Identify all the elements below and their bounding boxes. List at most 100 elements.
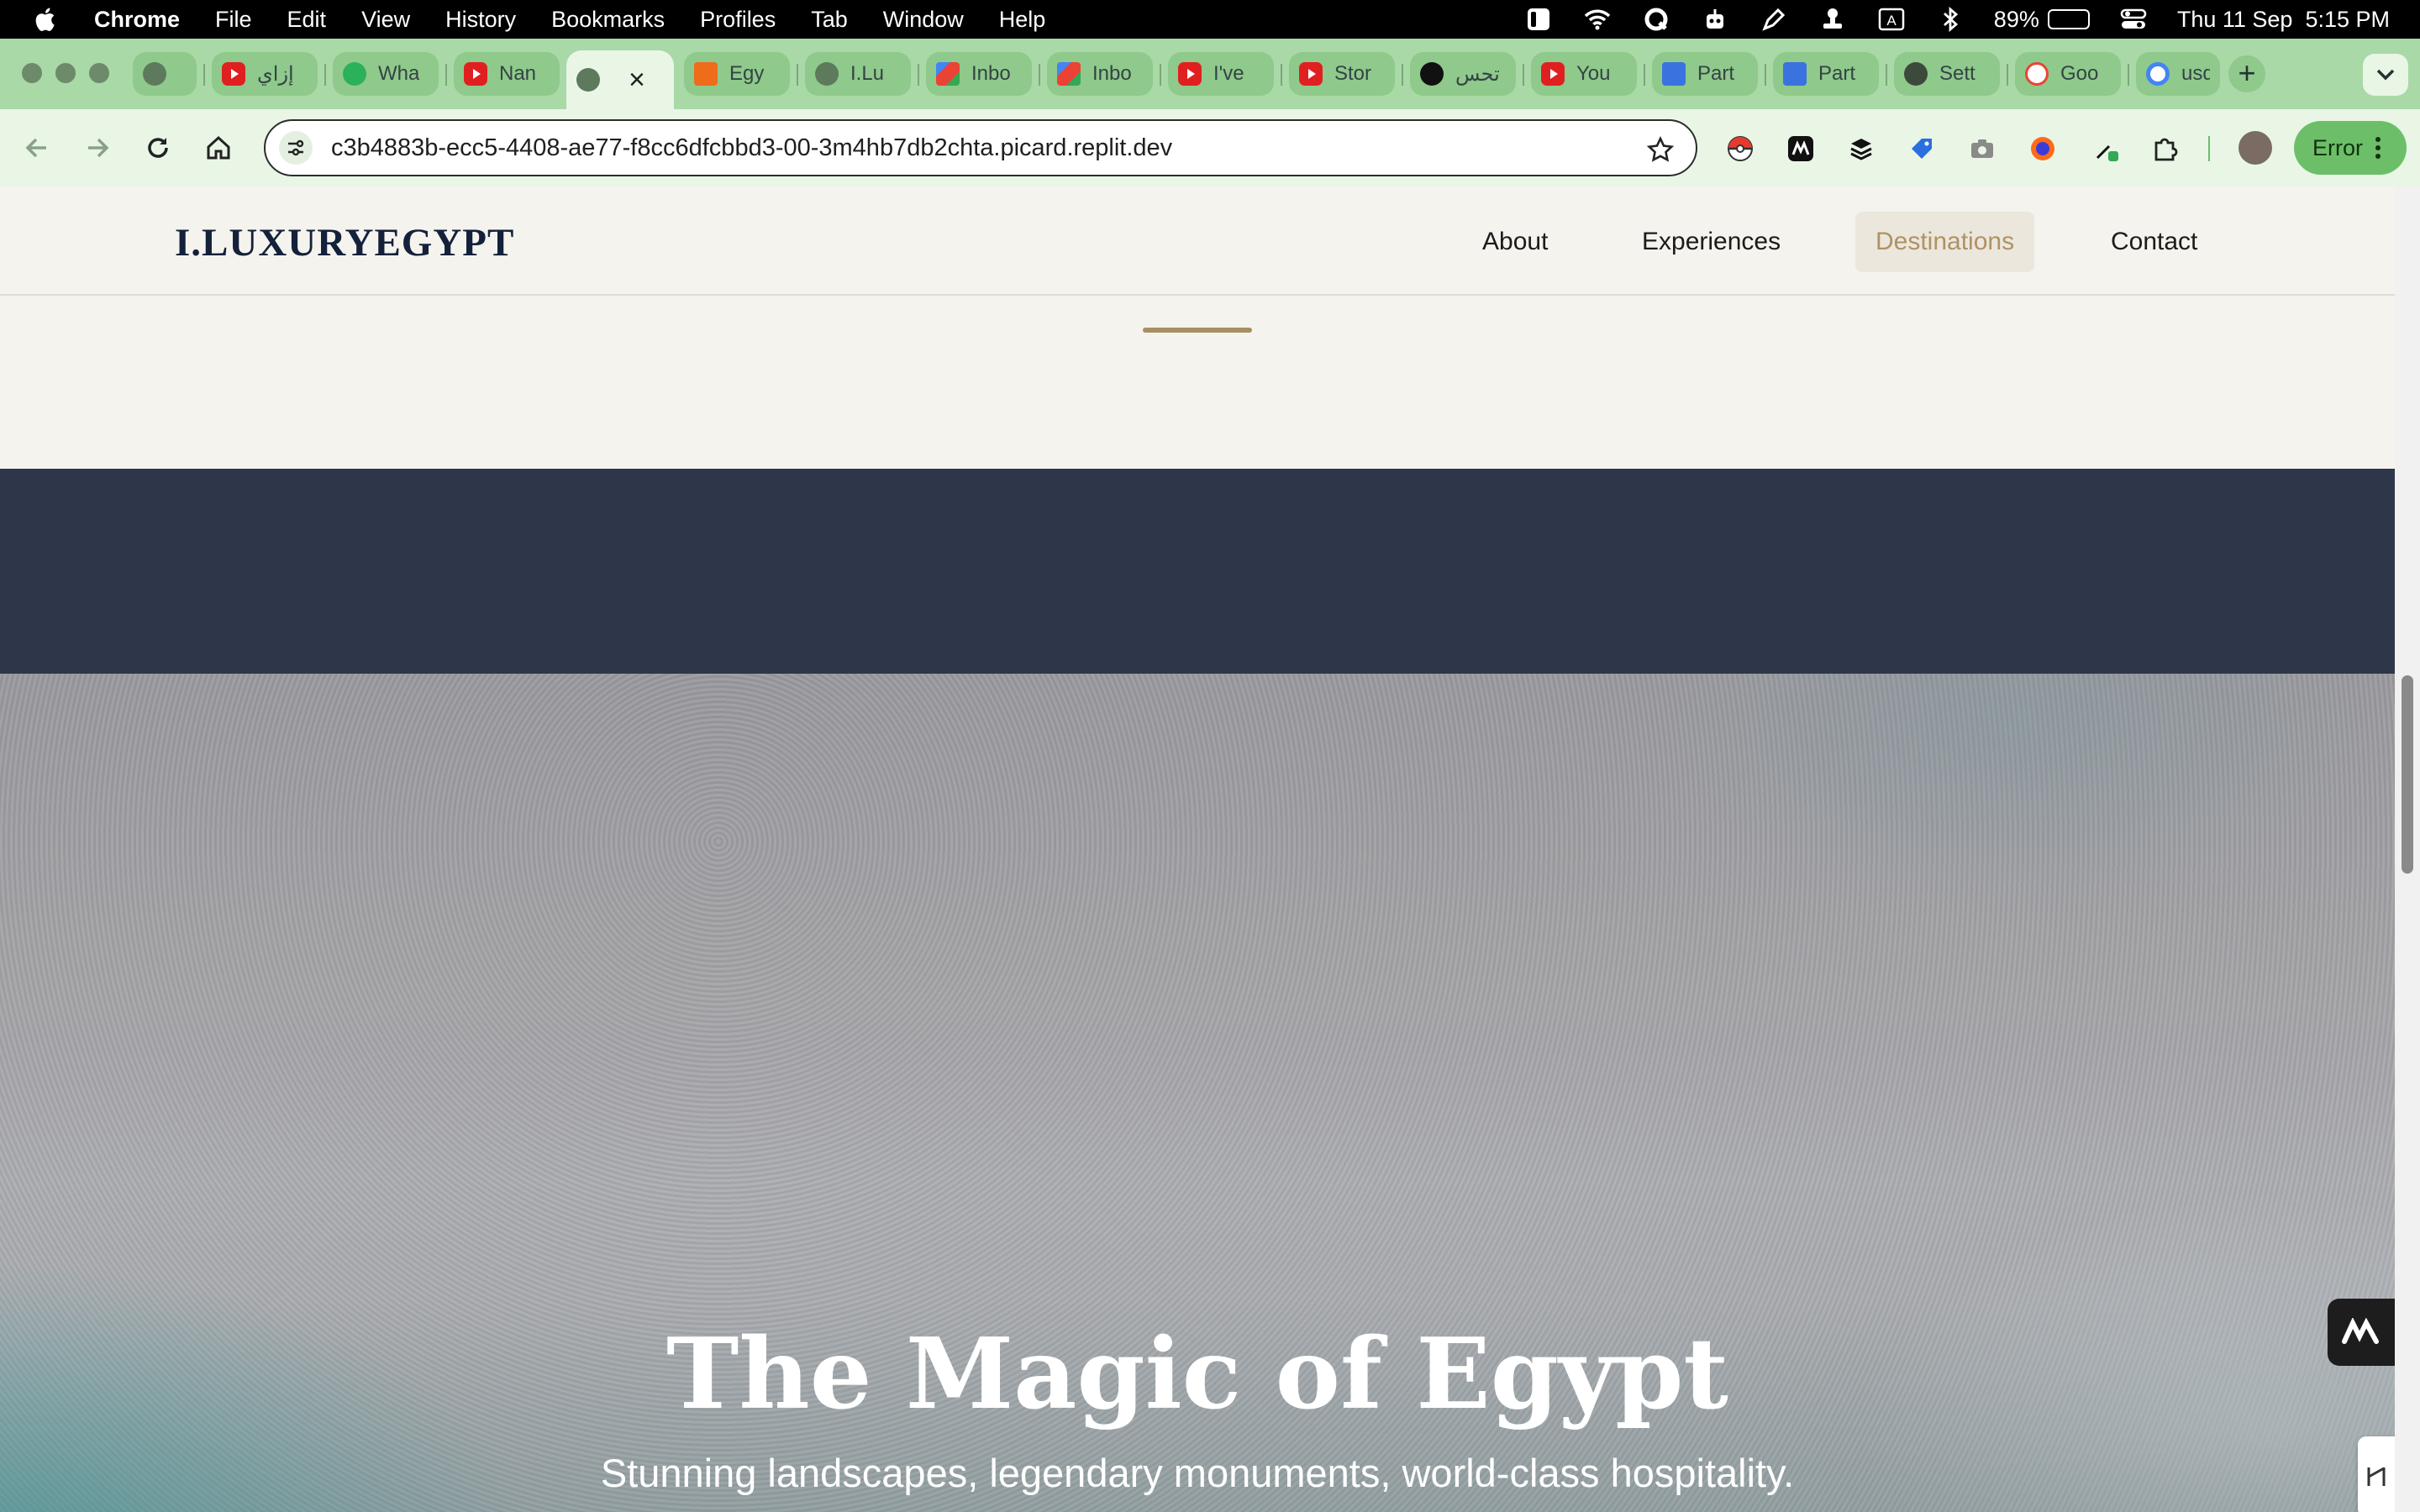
window-minimize-button[interactable] xyxy=(55,63,76,83)
window-close-button[interactable] xyxy=(22,63,42,83)
tab-google-search[interactable]: usd xyxy=(2136,52,2220,96)
browser-toolbar: c3b4883b-ecc5-4408-ae77-f8cc6dfcbbd3-00-… xyxy=(0,109,2420,186)
battery-icon xyxy=(2047,9,2090,29)
tab-iluxury[interactable]: I.Lu xyxy=(805,52,911,96)
firefox-extension-icon[interactable] xyxy=(2028,134,2057,163)
tab-google-password[interactable]: Goo xyxy=(2015,52,2121,96)
q-app-icon[interactable] xyxy=(1641,7,1671,32)
extensions-puzzle-icon[interactable] xyxy=(2151,134,2180,163)
tab-youtube-2[interactable]: Nan xyxy=(454,52,560,96)
tab-title: Part xyxy=(1818,62,1856,85)
tab-youtube-4[interactable]: Stor xyxy=(1289,52,1395,96)
tab-title: Inbo xyxy=(971,62,1011,85)
menu-bookmarks[interactable]: Bookmarks xyxy=(551,7,665,33)
apple-menu-icon[interactable] xyxy=(32,5,60,34)
scrollbar-thumb[interactable] xyxy=(2402,675,2413,874)
m-extension-icon[interactable] xyxy=(1786,134,1815,163)
menu-profiles[interactable]: Profiles xyxy=(700,7,776,33)
youtube-icon xyxy=(1299,62,1323,86)
robot-icon[interactable] xyxy=(1700,7,1730,32)
nav-about[interactable]: About xyxy=(1462,212,1568,272)
address-bar[interactable]: c3b4883b-ecc5-4408-ae77-f8cc6dfcbbd3-00-… xyxy=(264,119,1697,176)
tab-dark[interactable]: تحس xyxy=(1410,52,1516,96)
profile-avatar[interactable] xyxy=(2238,131,2272,165)
whatsapp-icon xyxy=(343,62,366,86)
tab-active[interactable]: × xyxy=(566,50,674,109)
stamp-icon[interactable] xyxy=(1818,7,1848,32)
wifi-icon[interactable] xyxy=(1582,7,1612,32)
camera-extension-icon[interactable] xyxy=(1968,134,1996,163)
home-icon xyxy=(207,135,230,160)
layers-extension-icon[interactable] xyxy=(1847,134,1876,163)
control-center-icon[interactable] xyxy=(2118,7,2149,32)
tab-youtube-1[interactable]: إزاي xyxy=(212,52,318,96)
tab-youtube-3[interactable]: I've xyxy=(1168,52,1274,96)
tab-separator xyxy=(2128,64,2129,86)
tab-docs-1[interactable]: Part xyxy=(1652,52,1758,96)
tab-search-button[interactable] xyxy=(2363,54,2408,96)
new-tab-button[interactable]: + xyxy=(2228,55,2265,92)
forward-button[interactable] xyxy=(81,131,114,165)
page-scrollbar[interactable] xyxy=(2395,186,2420,1512)
menu-help[interactable]: Help xyxy=(999,7,1046,33)
tab-gmail-2[interactable]: Inbo xyxy=(1047,52,1153,96)
tab-settings[interactable]: Sett xyxy=(1894,52,2000,96)
tab-egypt[interactable]: Egy xyxy=(684,52,790,96)
tab-separator xyxy=(1160,64,1161,86)
menu-edit[interactable]: Edit xyxy=(287,7,327,33)
tag-extension-icon[interactable] xyxy=(1907,134,1936,163)
tab-youtube-5[interactable]: You xyxy=(1531,52,1637,96)
menu-history[interactable]: History xyxy=(445,7,516,33)
tab-separator xyxy=(797,64,798,86)
tab-separator xyxy=(1281,64,1282,86)
nav-contact[interactable]: Contact xyxy=(2091,212,2217,272)
profile-error-button[interactable]: Error xyxy=(2294,121,2407,175)
menu-file[interactable]: File xyxy=(215,7,252,33)
eyedropper-extension-icon[interactable] xyxy=(2092,134,2121,163)
tab-whatsapp[interactable]: Wha xyxy=(333,52,439,96)
tab-globe[interactable] xyxy=(133,52,197,96)
input-source-icon[interactable]: A xyxy=(1876,7,1907,32)
nav-experiences[interactable]: Experiences xyxy=(1622,212,1801,272)
pokeball-extension-icon[interactable] xyxy=(1726,134,1754,163)
docs-icon xyxy=(1662,62,1686,86)
back-button[interactable] xyxy=(20,131,54,165)
tab-title: Goo xyxy=(2060,62,2099,85)
docs-icon xyxy=(1783,62,1807,86)
floating-m-widget[interactable] xyxy=(2328,1299,2395,1366)
translate-icon xyxy=(2367,1467,2386,1486)
hero-section: The Magic of Egypt Stunning landscapes, … xyxy=(0,674,2395,1512)
tab-separator xyxy=(324,64,326,86)
menu-view[interactable]: View xyxy=(361,7,410,33)
window-zoom-button[interactable] xyxy=(89,63,109,83)
menubar-clock[interactable]: Thu 11 Sep 5:15 PM xyxy=(2177,7,2390,33)
menu-app-name[interactable]: Chrome xyxy=(94,7,180,33)
url-text[interactable]: c3b4883b-ecc5-4408-ae77-f8cc6dfcbbd3-00-… xyxy=(331,134,1172,162)
menu-window[interactable]: Window xyxy=(883,7,964,33)
pen-tool-icon[interactable] xyxy=(1759,7,1789,32)
tab-separator xyxy=(1886,64,1887,86)
tab-separator xyxy=(1523,64,1524,86)
menu-tab[interactable]: Tab xyxy=(811,7,848,33)
tab-separator xyxy=(1765,64,1766,86)
tab-docs-2[interactable]: Part xyxy=(1773,52,1879,96)
bluetooth-icon[interactable] xyxy=(1935,7,1965,32)
tab-title: تحس xyxy=(1455,62,1500,86)
site-logo[interactable]: I.LUXURYEGYPT xyxy=(175,220,514,265)
battery-status[interactable]: 89% xyxy=(1994,7,2090,33)
tab-title: Sett xyxy=(1939,62,1975,85)
floating-side-widget[interactable] xyxy=(2358,1436,2395,1512)
tab-gmail-1[interactable]: Inbo xyxy=(926,52,1032,96)
nav-destinations[interactable]: Destinations xyxy=(1855,212,2035,272)
sidebar-app-icon[interactable] xyxy=(1523,7,1554,32)
error-label: Error xyxy=(2312,134,2363,160)
toolbar-divider xyxy=(2208,136,2210,161)
tab-close-icon[interactable]: × xyxy=(629,64,645,97)
site-settings-icon[interactable] xyxy=(279,131,313,165)
tab-separator xyxy=(2007,64,2008,86)
tab-title: Inbo xyxy=(1092,62,1132,85)
home-button[interactable] xyxy=(202,131,235,165)
bookmark-star-icon[interactable] xyxy=(1647,136,1674,163)
chevron-down-icon xyxy=(2376,69,2395,81)
reload-button[interactable] xyxy=(141,131,175,165)
